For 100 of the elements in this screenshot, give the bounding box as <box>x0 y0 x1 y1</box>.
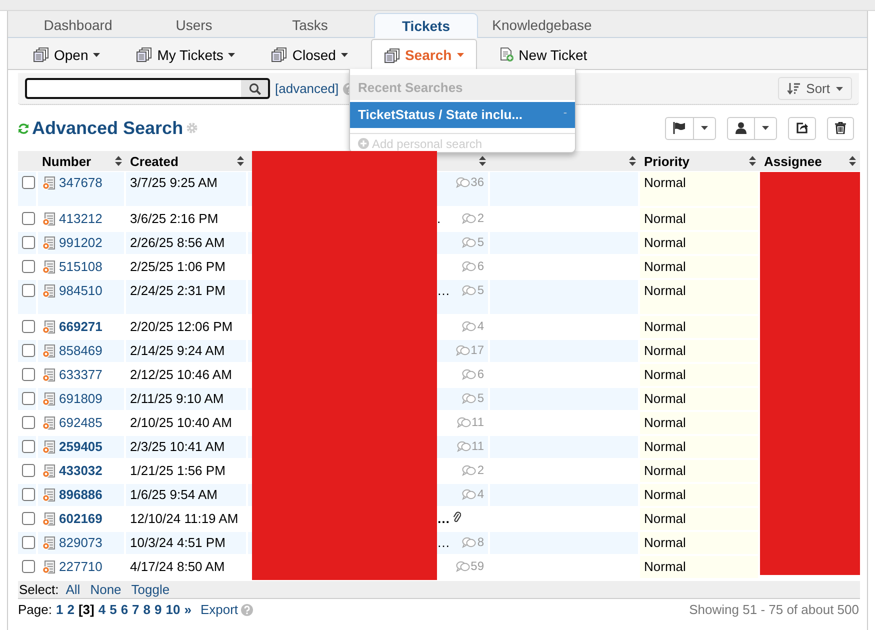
share-button[interactable] <box>788 116 816 140</box>
caret-icon <box>836 86 843 90</box>
row-checkbox[interactable] <box>22 236 35 249</box>
page-link[interactable]: 2 <box>67 602 74 617</box>
caret-icon <box>701 126 708 130</box>
subnav-item[interactable]: Open <box>20 39 114 69</box>
table-cell: Normal <box>640 280 760 316</box>
thread-count: 6 <box>462 259 484 273</box>
advanced-link[interactable]: [advanced] <box>275 81 339 96</box>
page-link[interactable]: 6 <box>120 602 128 617</box>
subnav-item[interactable]: New Ticket <box>486 39 600 69</box>
share-icon <box>796 122 808 134</box>
comments-icon <box>462 284 476 296</box>
row-checkbox[interactable] <box>22 260 35 273</box>
comments-icon <box>462 368 476 380</box>
row-checkbox[interactable] <box>22 368 35 381</box>
comments-icon <box>462 320 476 332</box>
ticket-icon <box>42 464 55 478</box>
row-checkbox[interactable] <box>22 392 35 405</box>
ticket-icon <box>42 368 55 382</box>
menu-item[interactable]: TicketStatus / State inclu... - <box>350 102 575 128</box>
page-link[interactable]: » <box>184 602 192 617</box>
ticket-link[interactable]: 227710 <box>59 559 102 574</box>
caret-icon <box>762 126 769 130</box>
ticket-link[interactable]: 633377 <box>59 367 102 382</box>
table-cell: Normal <box>640 436 760 460</box>
sort-arrows-icon <box>115 156 122 166</box>
sort-arrows-icon <box>237 156 244 166</box>
comments-icon <box>462 212 476 224</box>
page-link[interactable]: 10 <box>166 602 180 617</box>
comments-icon <box>462 260 476 272</box>
page-link[interactable]: 1 <box>56 602 64 617</box>
thread-count: 2 <box>462 463 484 477</box>
row-checkbox[interactable] <box>22 560 35 573</box>
select-link[interactable]: Toggle <box>131 582 170 597</box>
comments-icon <box>462 236 476 248</box>
ticket-icon <box>42 212 55 226</box>
select-link[interactable]: All <box>66 582 80 597</box>
subject-text[interactable]: … <box>437 283 450 298</box>
page-link[interactable]: 7 <box>132 602 140 617</box>
table-cell: Normal <box>640 172 760 208</box>
thread-count: 2 <box>462 211 484 225</box>
subnav-item[interactable]: Closed <box>258 39 361 69</box>
row-checkbox[interactable] <box>22 512 35 525</box>
page-link[interactable]: [3] <box>78 602 94 617</box>
table-cell: 2/24/25 2:31 PM <box>126 280 248 316</box>
table-cell: Normal <box>640 532 760 556</box>
ticket-icon <box>42 344 55 358</box>
comments-icon <box>462 488 476 500</box>
table-cell: 2/11/25 9:10 AM <box>126 388 248 412</box>
ticket-link[interactable]: 515108 <box>59 259 102 274</box>
row-checkbox[interactable] <box>22 176 35 189</box>
ticket-link[interactable]: 433032 <box>59 463 102 478</box>
page-link[interactable]: 9 <box>154 602 162 617</box>
row-checkbox[interactable] <box>22 344 35 357</box>
nav-tab[interactable]: Tasks <box>252 12 368 37</box>
nav-tab[interactable]: Dashboard <box>20 12 136 37</box>
sort-button[interactable]: Sort <box>778 77 852 100</box>
page-label: Page: <box>18 602 52 617</box>
thread-count: 4 <box>462 319 484 333</box>
nav-tab[interactable]: Tickets <box>374 13 478 38</box>
row-checkbox[interactable] <box>22 536 35 549</box>
ticket-link[interactable]: 692485 <box>59 415 102 430</box>
page-heading: Advanced Search <box>32 118 184 138</box>
ticket-icon <box>42 512 55 526</box>
ticket-link[interactable]: 413212 <box>59 211 102 226</box>
table-cell: 1/6/25 9:54 AM <box>126 484 248 508</box>
person-icon <box>735 122 747 134</box>
ticket-link[interactable]: 602169 <box>59 511 102 526</box>
subject-text[interactable]: . <box>437 211 441 226</box>
nav-tab[interactable]: Users <box>136 12 252 37</box>
row-checkbox[interactable] <box>22 320 35 333</box>
page-link[interactable]: 5 <box>110 602 117 617</box>
select-label: Select: <box>19 582 59 597</box>
nav-tab[interactable]: Knowledgebase <box>484 12 600 37</box>
subject-text[interactable]: … <box>437 511 450 526</box>
row-checkbox[interactable] <box>22 488 35 501</box>
subnav-item[interactable]: My Tickets <box>123 39 248 69</box>
flag-menu-button[interactable] <box>665 116 716 140</box>
row-checkbox[interactable] <box>22 416 35 429</box>
row-checkbox[interactable] <box>22 284 35 297</box>
table-cell: 2/3/25 10:41 AM <box>126 436 248 460</box>
delete-button[interactable] <box>827 116 854 140</box>
sort-arrows-icon <box>629 156 636 166</box>
sort-icon <box>787 82 800 95</box>
select-link[interactable]: None <box>90 582 122 597</box>
page-link[interactable]: 4 <box>98 602 106 617</box>
help-icon <box>241 604 254 616</box>
row-checkbox[interactable] <box>22 212 35 225</box>
comments-icon <box>462 536 476 548</box>
row-checkbox[interactable] <box>22 464 35 477</box>
row-checkbox[interactable] <box>22 440 35 453</box>
ticket-link[interactable]: 669271 <box>59 319 102 334</box>
ticket-icon <box>42 488 55 502</box>
table-cell: Normal <box>640 316 760 340</box>
export-link[interactable]: Export <box>200 602 238 617</box>
subject-text[interactable]: … <box>437 535 450 550</box>
table-cell: 3/7/25 9:25 AM <box>126 172 248 208</box>
page-link[interactable]: 8 <box>143 602 151 617</box>
assign-menu-button[interactable] <box>727 116 777 140</box>
